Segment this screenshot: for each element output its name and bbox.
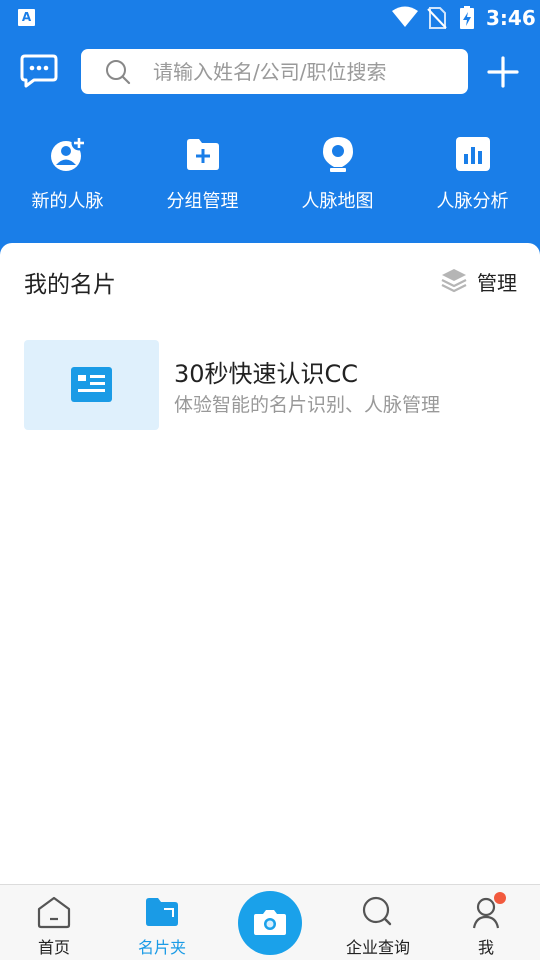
bottom-nav: 首页 名片夹 企业查询 我 [0, 884, 540, 960]
bar-chart-icon [455, 137, 490, 171]
message-icon [20, 54, 58, 88]
wifi-icon [392, 6, 418, 27]
camera-button[interactable] [238, 891, 302, 955]
add-button[interactable] [486, 55, 520, 89]
card-thumbnail [24, 340, 159, 430]
tab-label: 首页 [37, 938, 70, 957]
plus-icon [487, 56, 519, 88]
camera-icon [254, 910, 286, 935]
layers-icon [441, 269, 467, 293]
map-pin-icon [322, 137, 353, 172]
quick-action-label: 分组管理 [166, 191, 239, 212]
business-card-icon [71, 367, 112, 402]
folder-icon [146, 898, 178, 926]
quick-action-new-contacts[interactable]: 新的人脉 [0, 134, 135, 224]
app-indicator-icon: A [18, 9, 35, 26]
tab-card-holder[interactable]: 名片夹 [108, 885, 216, 960]
my-cards-panel: 我的名片 管理 30秒快速认识CC 体验智能的名片识别、人脉管理 [0, 243, 540, 883]
tab-label: 名片夹 [137, 938, 186, 957]
quick-action-contact-analysis[interactable]: 人脉分析 [405, 134, 540, 224]
folder-add-icon [186, 139, 219, 170]
quick-action-contact-map[interactable]: 人脉地图 [270, 134, 405, 224]
quick-action-label: 新的人脉 [31, 191, 104, 212]
message-button[interactable] [20, 53, 58, 89]
battery-charging-icon [460, 6, 474, 29]
tab-me[interactable]: 我 [432, 885, 540, 960]
tab-company-search[interactable]: 企业查询 [324, 885, 432, 960]
status-bar: A 3:46 [0, 0, 540, 36]
clock: 3:46 [486, 6, 536, 30]
quick-action-label: 人脉分析 [436, 191, 509, 212]
search-input[interactable] [153, 55, 453, 88]
add-contact-icon [50, 135, 86, 171]
card-subtitle: 体验智能的名片识别、人脉管理 [174, 394, 441, 416]
manage-label: 管理 [477, 271, 517, 295]
no-sim-icon [427, 7, 447, 29]
notification-badge [494, 892, 506, 904]
list-item[interactable]: 30秒快速认识CC 体验智能的名片识别、人脉管理 [24, 340, 524, 432]
tab-label: 企业查询 [345, 938, 410, 957]
search-icon [362, 896, 392, 926]
section-title: 我的名片 [24, 272, 116, 298]
home-icon [37, 896, 71, 929]
card-title: 30秒快速认识CC [174, 360, 359, 388]
quick-action-group-manage[interactable]: 分组管理 [135, 134, 270, 224]
tab-home[interactable]: 首页 [0, 885, 108, 960]
search-box[interactable] [81, 49, 468, 94]
tab-label: 我 [477, 938, 494, 957]
search-icon [106, 60, 131, 85]
quick-action-label: 人脉地图 [301, 191, 374, 212]
